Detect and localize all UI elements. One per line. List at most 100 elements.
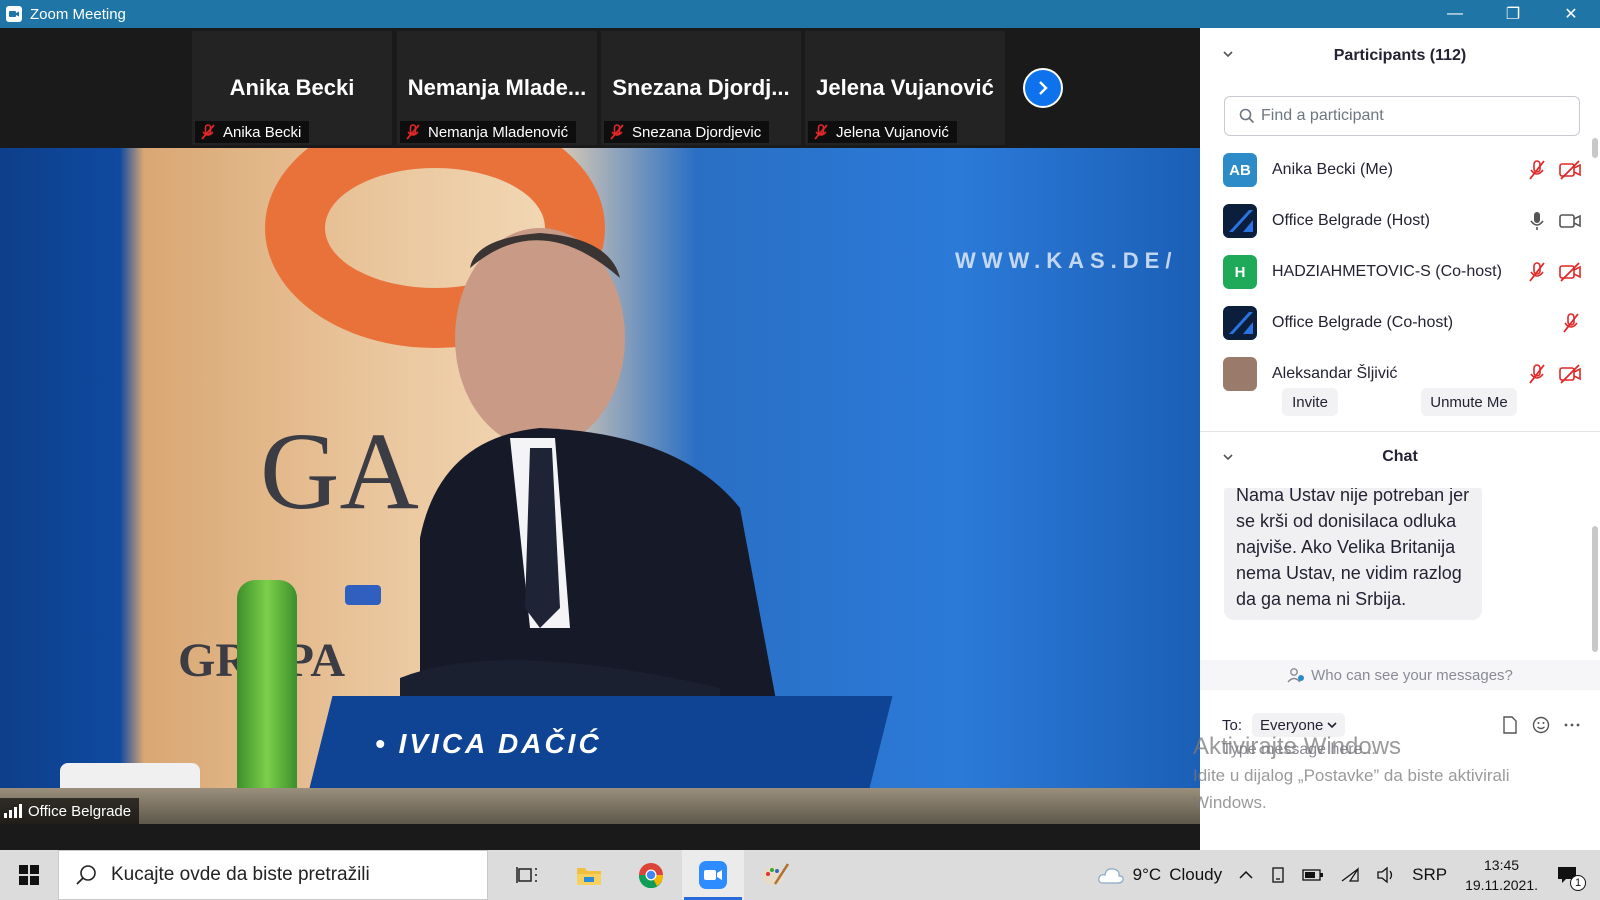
participant-search-input[interactable]: Find a participant [1224,96,1580,136]
avatar [1223,306,1257,340]
tile-tag-label: Anika Becki [223,123,302,141]
banner-url: WWW.KAS.DE/ [955,248,1178,273]
restore-button[interactable]: ❐ [1484,0,1542,28]
input-language[interactable]: SRP [1412,865,1447,885]
mic-on-icon[interactable] [1526,210,1548,232]
tile-name-tag: Snezana Djordjevic [604,121,770,143]
weather-widget[interactable]: 9°C Cloudy [1097,865,1222,885]
chrome-button[interactable] [620,850,682,900]
unmute-me-button[interactable]: Unmute Me [1421,388,1517,416]
participant-row[interactable]: Office Belgrade (Co-host) [1200,297,1592,349]
invite-button[interactable]: Invite [1282,388,1338,416]
clock-time: 13:45 [1484,857,1520,873]
tile-display-name: Nemanja Mlade... [407,75,587,100]
search-placeholder: Find a participant [1261,107,1384,124]
video-off-icon[interactable] [1558,363,1582,385]
tile-display-name: Anika Becki [229,75,355,100]
chat-header: Chat [1200,432,1600,482]
avatar [1223,204,1257,238]
more-icon[interactable] [1564,722,1580,728]
task-view-button[interactable] [496,850,558,900]
bottle-cap [345,585,381,605]
avatar: H [1223,255,1257,289]
participant-row[interactable]: Aleksandar Šljivić [1200,348,1592,392]
participant-tile[interactable]: Jelena Vujanović Jelena Vujanović [805,31,1005,145]
file-icon[interactable] [1502,716,1518,734]
paint-icon [762,863,789,885]
taskbar-search-box[interactable]: Kucajte ovde da biste pretražili [58,850,488,900]
search-icon [1239,108,1255,124]
search-icon [76,865,96,885]
mic-muted-icon[interactable] [1526,363,1548,385]
participant-tile[interactable]: Nemanja Mlade... Nemanja Mladenović [397,31,597,145]
video-off-icon[interactable] [1558,159,1582,181]
chrome-icon [638,863,664,888]
paint-button[interactable] [744,850,806,900]
signal-icon [4,804,22,818]
start-button[interactable] [0,850,58,900]
chat-messages: Nama Ustav nije potreban jer se krši od … [1200,488,1600,658]
tile-tag-label: Jelena Vujanović [836,123,949,141]
who-can-see-link[interactable]: Who can see your messages? [1200,660,1600,690]
video-off-icon[interactable] [1558,261,1582,283]
recipient-select[interactable]: Everyone [1252,713,1346,737]
file-explorer-button[interactable] [558,850,620,900]
chat-scrollbar[interactable] [1592,526,1598,652]
next-page-button[interactable] [1023,68,1063,108]
windows-taskbar: Kucajte ovde da biste pretražili 9°C Clo… [0,850,1600,900]
chevron-down-icon[interactable] [1222,451,1234,463]
tile-tag-label: Snezana Djordjevic [632,123,762,141]
show-hidden-icons-button[interactable] [1238,870,1254,880]
minimize-button[interactable]: — [1426,0,1484,28]
mic-muted-icon[interactable] [1526,159,1548,181]
speaker-label: Office Belgrade [28,802,132,820]
chevron-up-icon [1239,870,1253,879]
participant-actions: Invite Unmute Me [1200,388,1600,418]
notifications-button[interactable]: 1 [1556,865,1586,891]
clock-date: 19.11.2021. [1465,877,1538,893]
people-icon [1287,668,1305,683]
emoji-icon[interactable] [1532,716,1550,734]
side-panel: Participants (112) Find a participant AB… [1200,28,1600,850]
participant-tile[interactable]: Snezana Djordj... Snezana Djordjevic [601,31,801,145]
video-on-icon[interactable] [1558,210,1582,232]
participant-row[interactable]: AB Anika Becki (Me) [1200,144,1592,196]
wifi-button[interactable] [1340,867,1360,883]
tile-tag-label: Nemanja Mladenović [428,123,569,141]
clock[interactable]: 13:45 19.11.2021. [1465,855,1538,895]
task-view-icon [516,867,537,883]
to-label: To: [1222,716,1243,734]
participant-row[interactable]: Office Belgrade (Host) [1200,195,1592,247]
mic-muted-icon [610,124,624,140]
weather-description: Cloudy [1169,865,1223,884]
tray-device-icon[interactable] [1270,866,1286,884]
chevron-down-icon[interactable] [1222,48,1234,60]
desk [0,788,1200,824]
mic-muted-icon [201,124,215,140]
close-button[interactable]: ✕ [1542,0,1600,28]
participant-list-scrollbar[interactable] [1592,138,1598,158]
speaker-name-tag: Office Belgrade [0,798,140,824]
tile-display-name: Jelena Vujanović [816,75,994,100]
battery-icon [1302,869,1324,881]
recipient-value: Everyone [1260,716,1324,734]
zoom-taskbar-button[interactable] [682,850,744,900]
office-logo-icon [1229,210,1253,232]
office-logo-icon [1229,312,1253,334]
cloud-icon [1097,868,1124,884]
mic-muted-icon[interactable] [1560,312,1582,334]
participant-name: Office Belgrade (Host) [1272,212,1430,229]
mic-muted-icon[interactable] [1526,261,1548,283]
battery-button[interactable] [1302,868,1324,882]
zoom-app-icon [6,6,22,22]
chevron-down-icon [1327,722,1337,729]
participant-tile[interactable]: Anika Becki Anika Becki [192,31,392,145]
participant-row[interactable]: H HADZIAHMETOVIC-S (Co-host) [1200,246,1592,298]
tile-name-tag: Nemanja Mladenović [400,121,577,143]
mic-muted-icon [406,124,420,140]
participant-name: HADZIAHMETOVIC-S (Co-host) [1272,263,1502,280]
chat-message-input[interactable]: Type message here... [1222,741,1376,759]
gallery-strip: Anika Becki Anika Becki Nemanja Mlade...… [0,28,1200,148]
avatar: AB [1223,153,1257,187]
volume-button[interactable] [1376,866,1396,884]
